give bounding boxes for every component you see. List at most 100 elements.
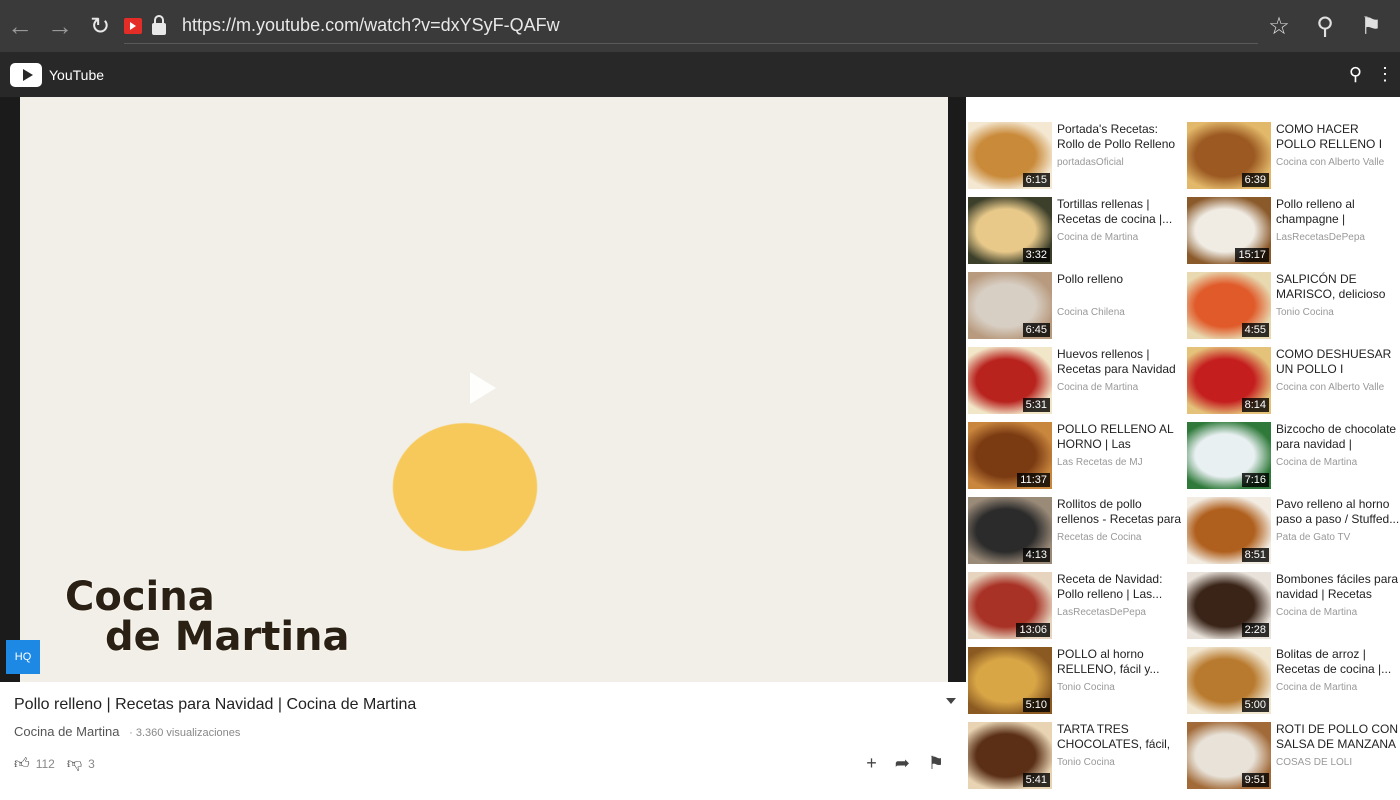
related-title[interactable]: SALPICÓN DE MARISCO, delicioso y... [1276,272,1400,302]
related-video-item[interactable]: 13:06 Receta de Navidad: Pollo relleno | … [966,572,1185,639]
bookmark-star-icon[interactable]: ☆ [1258,5,1300,47]
related-thumbnail[interactable]: 9:51 [1187,722,1271,789]
search-icon[interactable]: ⚲ [1304,5,1346,47]
video-duration: 6:45 [1022,323,1050,337]
video-duration: 6:39 [1241,173,1269,187]
related-video-item[interactable]: 15:17 Pollo relleno al champagne | RECETA… [1185,197,1400,264]
related-thumbnail[interactable]: 4:13 [968,497,1052,564]
related-video-item[interactable]: 5:10 POLLO al horno RELLENO, fácil y... To… [966,647,1185,714]
video-meta: Cocina de Martina · 3.360 visualizacione… [14,724,952,739]
add-to-playlist-icon[interactable]: + [866,753,877,774]
related-title[interactable]: Huevos rellenos | Recetas para Navidad |… [1057,347,1182,377]
related-thumbnail[interactable]: 15:17 [1187,197,1271,264]
more-vert-icon[interactable]: ⋮ [1376,64,1394,85]
related-video-item[interactable]: 4:13 Rollitos de pollo rellenos - Recetas… [966,497,1185,564]
play-icon[interactable] [470,372,496,404]
browser-toolbar: ← → ↻ https://m.youtube.com/watch?v=dxYS… [0,0,1400,52]
related-title[interactable]: Rollitos de pollo rellenos - Recetas par… [1057,497,1182,527]
related-thumbnail[interactable]: 3:32 [968,197,1052,264]
related-channel: Tonio Cocina [1057,757,1115,768]
related-text: Tortillas rellenas | Recetas de cocina |… [1057,197,1182,264]
related-video-item[interactable]: 5:41TARTA TRES CHOCOLATES, fácil, si... T… [966,722,1185,789]
related-text: POLLO RELLENO AL HORNO | Las Recetas... L… [1057,422,1182,489]
related-title[interactable]: Portada's Recetas: Rollo de Pollo Rellen… [1057,122,1182,152]
related-text: ROTI DE POLLO CON SALSA DE MANZANA ... CO… [1276,722,1400,789]
related-title[interactable]: ROTI DE POLLO CON SALSA DE MANZANA ... [1276,722,1400,752]
related-thumbnail[interactable]: 8:14 [1187,347,1271,414]
related-video-item[interactable]: 2:28 Bombones fáciles para navidad | Rece… [1185,572,1400,639]
related-video-item[interactable]: 8:14 COMO DESHUESAR UN POLLO I RECETAS DE… [1185,347,1400,414]
related-thumbnail[interactable]: 5:10 [968,647,1052,714]
related-title[interactable]: Receta de Navidad: Pollo relleno | Las..… [1057,572,1182,602]
related-title[interactable]: POLLO al horno RELLENO, fácil y... [1057,647,1182,677]
related-video-item[interactable]: 7:16 Bizcocho de chocolate para navidad |… [1185,422,1400,489]
related-title[interactable]: COMO HACER POLLO RELLENO I RECETAS D... [1276,122,1400,152]
related-channel: Recetas de Cocina [1057,532,1142,543]
expand-caret-icon[interactable] [946,698,956,704]
related-thumbnail[interactable]: 5:00 [1187,647,1271,714]
related-text: Bombones fáciles para navidad | Recetas … [1276,572,1400,639]
related-thumbnail[interactable]: 6:15 [968,122,1052,189]
view-count: · 3.360 visualizaciones [129,727,241,739]
related-channel: Cocina de Martina [1057,382,1139,393]
related-thumbnail[interactable]: 11:37 [968,422,1052,489]
related-title[interactable]: POLLO RELLENO AL HORNO | Las Recetas... [1057,422,1182,452]
related-thumbnail[interactable]: 13:06 [968,572,1052,639]
related-video-item[interactable]: 6:39 COMO HACER POLLO RELLENO I RECETAS D… [1185,122,1400,189]
related-video-item[interactable]: 5:00 Bolitas de arroz | Recetas de cocina… [1185,647,1400,714]
like-button[interactable]: 👍︎ 112 [14,755,55,773]
youtube-logo-icon[interactable] [10,62,42,87]
related-video-item[interactable]: 4:55 SALPICÓN DE MARISCO, delicioso y... T… [1185,272,1400,339]
video-duration: 13:06 [1016,623,1050,637]
related-title[interactable]: Pollo relleno [1057,272,1182,302]
hq-badge[interactable]: HQ [6,640,40,674]
related-title[interactable]: Pollo relleno al champagne | RECETA... [1276,197,1400,227]
related-thumbnail[interactable]: 7:16 [1187,422,1271,489]
related-thumbnail[interactable]: 5:31 [968,347,1052,414]
related-text: Pollo relleno Cocina Chilena [1057,272,1182,339]
related-thumbnail[interactable]: 2:28 [1187,572,1271,639]
related-title[interactable]: COMO DESHUESAR UN POLLO I RECETAS DE... [1276,347,1400,377]
back-arrow-icon[interactable]: ← [0,0,40,52]
channel-name[interactable]: Cocina de Martina [14,724,120,739]
video-duration: 15:17 [1235,248,1269,262]
forward-arrow-icon[interactable]: → [40,0,80,52]
related-text: Huevos rellenos | Recetas para Navidad |… [1057,347,1182,414]
related-channel: Cocina de Martina [1276,457,1358,468]
related-title[interactable]: Bolitas de arroz | Recetas de cocina |..… [1276,647,1400,677]
related-title[interactable]: Pavo relleno al horno paso a paso / Stuf… [1276,497,1400,527]
reload-icon[interactable]: ↻ [80,0,120,52]
related-channel: LasRecetasDePepa [1057,607,1146,618]
related-title[interactable]: Bizcocho de chocolate para navidad | Rec… [1276,422,1400,452]
related-video-item[interactable]: 6:45 Pollo relleno Cocina Chilena [966,272,1185,339]
related-title[interactable]: TARTA TRES CHOCOLATES, fácil, si... [1057,722,1182,752]
video-duration: 6:15 [1022,173,1050,187]
related-title[interactable]: Tortillas rellenas | Recetas de cocina |… [1057,197,1182,227]
address-bar[interactable]: https://m.youtube.com/watch?v=dxYSyF-QAF… [124,8,1258,44]
related-channel: Cocina de Martina [1276,682,1358,693]
url-text[interactable]: https://m.youtube.com/watch?v=dxYSyF-QAF… [182,15,560,36]
share-icon[interactable]: ➦ [895,753,910,774]
related-video-item[interactable]: 11:37 POLLO RELLENO AL HORNO | Las Receta… [966,422,1185,489]
report-flag-icon[interactable]: ⚑ [928,753,944,774]
related-thumbnail[interactable]: 8:51 [1187,497,1271,564]
related-video-item[interactable]: 6:15 Portada's Recetas: Rollo de Pollo Re… [966,122,1185,189]
related-thumbnail[interactable]: 4:55 [1187,272,1271,339]
dislike-button[interactable]: 👎︎ 3 [67,755,95,773]
video-duration: 2:28 [1241,623,1269,637]
related-video-item[interactable]: 3:32 Tortillas rellenas | Recetas de coci… [966,197,1185,264]
related-text: Bizcocho de chocolate para navidad | Rec… [1276,422,1400,489]
related-video-item[interactable]: 9:51 ROTI DE POLLO CON SALSA DE MANZANA .… [1185,722,1400,789]
search-icon[interactable]: ⚲ [1349,64,1362,85]
bookmarks-icon[interactable]: ⚑ [1350,5,1392,47]
related-title[interactable]: Bombones fáciles para navidad | Recetas … [1276,572,1400,602]
related-thumbnail[interactable]: 5:41 [968,722,1052,789]
related-thumbnail[interactable]: 6:39 [1187,122,1271,189]
related-text: COMO DESHUESAR UN POLLO I RECETAS DE... C… [1276,347,1400,414]
video-player[interactable]: Cocina de Martina HQ [0,97,966,682]
related-video-item[interactable]: 8:51 Pavo relleno al horno paso a paso / … [1185,497,1400,564]
related-thumbnail[interactable]: 6:45 [968,272,1052,339]
app-name[interactable]: YouTube [49,67,104,83]
related-video-item[interactable]: 5:31 Huevos rellenos | Recetas para Navid… [966,347,1185,414]
youtube-favicon-icon [124,17,142,34]
